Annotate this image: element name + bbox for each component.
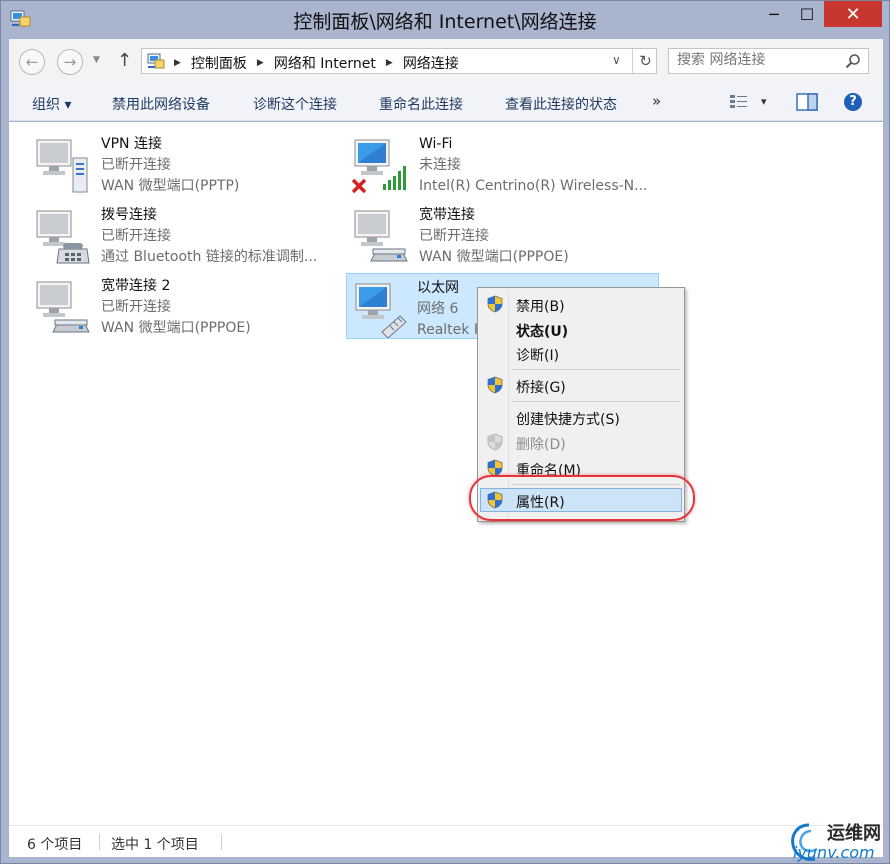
watermark-url: iyunv.com: [793, 843, 875, 862]
connection-status: 已断开连接: [101, 228, 171, 244]
view-options-dropdown[interactable]: ▾: [761, 95, 767, 108]
connection-device: WAN 微型端口(PPPOE): [419, 249, 569, 265]
connection-name: 宽带连接: [419, 207, 475, 223]
connection-text: 宽带连接 已断开连接 WAN 微型端口(PPPOE): [419, 205, 569, 268]
title-bar[interactable]: 控制面板\网络和 Internet\网络连接 ─ ☐ ✕: [1, 1, 889, 39]
close-button[interactable]: ✕: [824, 1, 882, 27]
connection-text: 宽带连接 2 已断开连接 WAN 微型端口(PPPOE): [101, 276, 251, 339]
connection-item-broadband[interactable]: 宽带连接 已断开连接 WAN 微型端口(PPPOE): [337, 201, 647, 267]
search-input[interactable]: [677, 52, 837, 68]
connection-status: 网络 6: [417, 301, 459, 317]
connection-text: VPN 连接 已断开连接 WAN 微型端口(PPTP): [101, 134, 239, 197]
connection-status: 已断开连接: [419, 228, 489, 244]
chevron-right-icon[interactable]: ▶: [174, 58, 181, 68]
uac-shield-icon: [487, 433, 503, 451]
connection-text: Wi-Fi 未连接 Intel(R) Centrino(R) Wireless-…: [419, 134, 647, 197]
disable-device-button[interactable]: 禁用此网络设备: [112, 94, 210, 114]
search-box[interactable]: [668, 48, 869, 74]
control-panel-icon: [147, 53, 165, 69]
uac-shield-icon: [487, 376, 503, 394]
diagnose-connection-button[interactable]: 诊断这个连接: [253, 94, 337, 114]
connection-status: 未连接: [419, 157, 461, 173]
menu-item-label: 桥接(G): [516, 380, 566, 396]
connection-name: 拨号连接: [101, 207, 157, 223]
search-icon[interactable]: [845, 53, 861, 69]
ethernet-network-icon: [355, 283, 407, 338]
status-divider: [221, 834, 222, 850]
wifi-network-icon: [351, 139, 406, 194]
refresh-button[interactable]: ↻: [632, 49, 658, 73]
menu-item-bridge[interactable]: 桥接(G): [480, 373, 682, 397]
more-commands-button[interactable]: »: [652, 92, 661, 110]
menu-item-create-shortcut[interactable]: 创建快捷方式(S): [480, 405, 682, 429]
connection-device: WAN 微型端口(PPTP): [101, 178, 240, 194]
menu-item-status[interactable]: 状态(U): [480, 317, 682, 341]
connection-name: 以太网: [417, 280, 459, 296]
menu-item-disable[interactable]: 禁用(B): [480, 292, 682, 316]
connection-status: 已断开连接: [101, 157, 171, 173]
network-connections-window: 控制面板\网络和 Internet\网络连接 ─ ☐ ✕ ← → ▼ ↑ ▶ 控…: [0, 0, 890, 864]
connection-name: Wi-Fi: [419, 136, 453, 152]
breadcrumb: ▶ 控制面板 ▶ 网络和 Internet ▶ 网络连接: [170, 53, 459, 73]
breadcrumb-control-panel[interactable]: 控制面板: [191, 53, 247, 73]
maximize-button[interactable]: ☐: [793, 1, 821, 27]
connections-list: VPN 连接 已断开连接 WAN 微型端口(PPTP) Wi-Fi 未连接 In…: [9, 122, 883, 825]
help-button[interactable]: ?: [844, 93, 862, 111]
connection-item-broadband-2[interactable]: 宽带连接 2 已断开连接 WAN 微型端口(PPPOE): [19, 272, 329, 338]
item-count: 6 个项目: [27, 837, 83, 853]
connection-name: VPN 连接: [101, 136, 162, 152]
connection-device: WAN 微型端口(PPPOE): [101, 320, 251, 336]
menu-item-diagnose[interactable]: 诊断(I): [480, 341, 682, 365]
menu-item-delete: 删除(D): [480, 430, 682, 454]
connection-status: 已断开连接: [101, 299, 171, 315]
connection-device: Intel(R) Centrino(R) Wireless-N...: [419, 178, 648, 194]
connection-name: 宽带连接 2: [101, 278, 171, 294]
broadband-network-icon: [36, 281, 90, 333]
minimize-button[interactable]: ─: [761, 1, 787, 27]
recent-locations-button[interactable]: ▼: [93, 55, 100, 65]
organize-menu[interactable]: 组织 ▾: [32, 94, 71, 114]
navigation-bar: ← → ▼ ↑ ▶ 控制面板 ▶ 网络和 Internet ▶ 网络连接 ∨ ↻: [9, 39, 883, 83]
view-status-button[interactable]: 查看此连接的状态: [505, 94, 617, 114]
menu-item-label: 创建快捷方式(S): [516, 412, 620, 428]
preview-pane-icon[interactable]: [796, 93, 818, 111]
connection-item-wifi[interactable]: Wi-Fi 未连接 Intel(R) Centrino(R) Wireless-…: [337, 130, 647, 196]
selected-count: 选中 1 个项目: [111, 837, 199, 853]
watermark-name: 运维网: [827, 823, 881, 844]
broadband-network-icon: [354, 210, 408, 262]
connection-item-dialup[interactable]: 拨号连接 已断开连接 通过 Bluetooth 链接的标准调制...: [19, 201, 329, 267]
menu-divider: [512, 369, 680, 370]
uac-shield-icon: [487, 295, 503, 313]
dialup-network-icon: [36, 210, 90, 264]
rename-connection-button[interactable]: 重命名此连接: [379, 94, 463, 114]
address-bar[interactable]: ▶ 控制面板 ▶ 网络和 Internet ▶ 网络连接 ∨ ↻: [141, 48, 657, 74]
status-divider: [99, 834, 100, 850]
menu-divider: [512, 401, 680, 402]
connection-item-vpn[interactable]: VPN 连接 已断开连接 WAN 微型端口(PPTP): [19, 130, 329, 196]
change-view-icon[interactable]: [729, 93, 749, 111]
watermark-logo: 运维网 iyunv.com: [787, 819, 890, 864]
menu-item-label: 诊断(I): [516, 348, 560, 364]
address-dropdown-button[interactable]: ∨: [612, 53, 621, 67]
back-button[interactable]: ←: [19, 49, 45, 75]
vpn-network-icon: [36, 139, 88, 193]
chevron-right-icon[interactable]: ▶: [386, 58, 393, 68]
breadcrumb-network-connections[interactable]: 网络连接: [403, 53, 459, 73]
forward-button[interactable]: →: [57, 49, 83, 75]
menu-item-label: 删除(D): [516, 437, 566, 453]
menu-item-label: 禁用(B): [516, 299, 565, 315]
chevron-right-icon[interactable]: ▶: [257, 58, 264, 68]
connection-device: Realtek P: [417, 322, 483, 338]
up-button[interactable]: ↑: [117, 50, 132, 71]
highlight-annotation-ring: [469, 475, 695, 521]
connection-device: 通过 Bluetooth 链接的标准调制...: [101, 249, 318, 265]
connection-text: 以太网 网络 6 Realtek P: [417, 278, 482, 341]
menu-item-label: 状态(U): [516, 324, 569, 340]
breadcrumb-network-internet[interactable]: 网络和 Internet: [274, 53, 376, 73]
window-title: 控制面板\网络和 Internet\网络连接: [293, 11, 597, 33]
connection-text: 拨号连接 已断开连接 通过 Bluetooth 链接的标准调制...: [101, 205, 317, 268]
status-bar: 6 个项目 选中 1 个项目: [9, 825, 883, 857]
command-bar: 组织 ▾ 禁用此网络设备 诊断这个连接 重命名此连接 查看此连接的状态 » ▾ …: [9, 83, 883, 121]
